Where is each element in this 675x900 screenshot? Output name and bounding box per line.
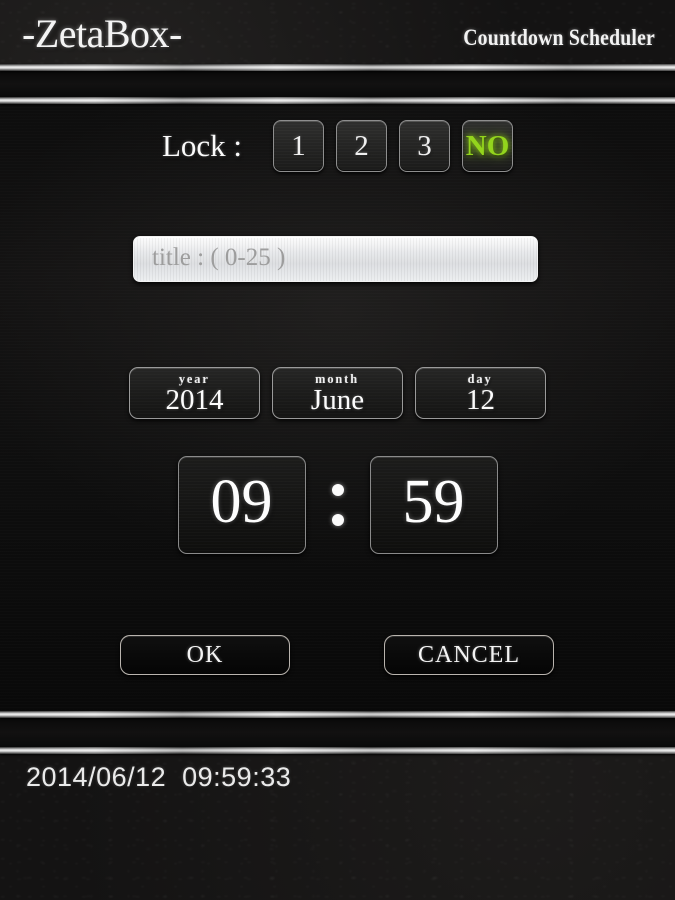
lock-option-3-label: 3	[417, 129, 432, 162]
cancel-button-label: CANCEL	[418, 641, 520, 668]
date-selector-row: year 2014 month June day 12	[0, 365, 675, 421]
divider-bar-below-status	[0, 747, 675, 754]
colon-dot-lower	[331, 514, 344, 526]
time-selector-row: 09 59	[0, 455, 675, 555]
divider-bar-above-status	[0, 711, 675, 718]
header-gap-band	[0, 71, 675, 97]
app-header: -ZetaBox- Countdown Scheduler	[0, 0, 675, 66]
day-selector[interactable]: day 12	[415, 367, 546, 419]
month-selector[interactable]: month June	[272, 367, 403, 419]
status-bar: 2014/06/12 09:59:33	[0, 754, 675, 800]
lock-option-1-label: 1	[291, 129, 306, 162]
lock-option-no[interactable]: NO	[462, 120, 514, 172]
day-value: 12	[466, 383, 495, 416]
lock-option-no-label: NO	[465, 129, 510, 162]
footer-gap-band	[0, 718, 675, 747]
cancel-button[interactable]: CANCEL	[384, 635, 554, 675]
year-selector[interactable]: year 2014	[129, 367, 260, 419]
ok-button-label: OK	[186, 641, 224, 668]
status-datetime: 2014/06/12 09:59:33	[26, 761, 292, 792]
minute-value: 59	[402, 468, 465, 536]
hour-selector[interactable]: 09	[177, 456, 306, 554]
lock-option-1[interactable]: 1	[273, 120, 325, 172]
lock-row: Lock : 1 2 3 NO	[0, 119, 675, 173]
app-brand-title: -ZetaBox-	[22, 11, 182, 56]
title-field-wrapper	[133, 236, 538, 282]
divider-bar-top	[0, 64, 675, 71]
action-button-row: OK CANCEL	[0, 635, 675, 677]
year-caption: year	[179, 370, 210, 386]
time-colon-icon	[306, 456, 370, 554]
lock-label: Lock :	[161, 128, 243, 163]
lock-option-2-label: 2	[354, 129, 369, 162]
day-caption: day	[468, 370, 493, 386]
hour-value: 09	[210, 468, 273, 536]
divider-bar-below-header	[0, 97, 675, 104]
year-value: 2014	[165, 383, 224, 416]
minute-selector[interactable]: 59	[369, 456, 498, 554]
colon-dot-upper	[331, 484, 344, 496]
month-value: June	[310, 383, 365, 416]
ok-button[interactable]: OK	[120, 635, 290, 675]
lock-option-3[interactable]: 3	[399, 120, 451, 172]
title-input[interactable]	[133, 236, 538, 282]
app-window: -ZetaBox- Countdown Scheduler Lock : 1 2…	[0, 0, 675, 900]
app-subtitle: Countdown Scheduler	[463, 25, 655, 50]
month-caption: month	[315, 370, 360, 386]
lock-option-2[interactable]: 2	[336, 120, 388, 172]
